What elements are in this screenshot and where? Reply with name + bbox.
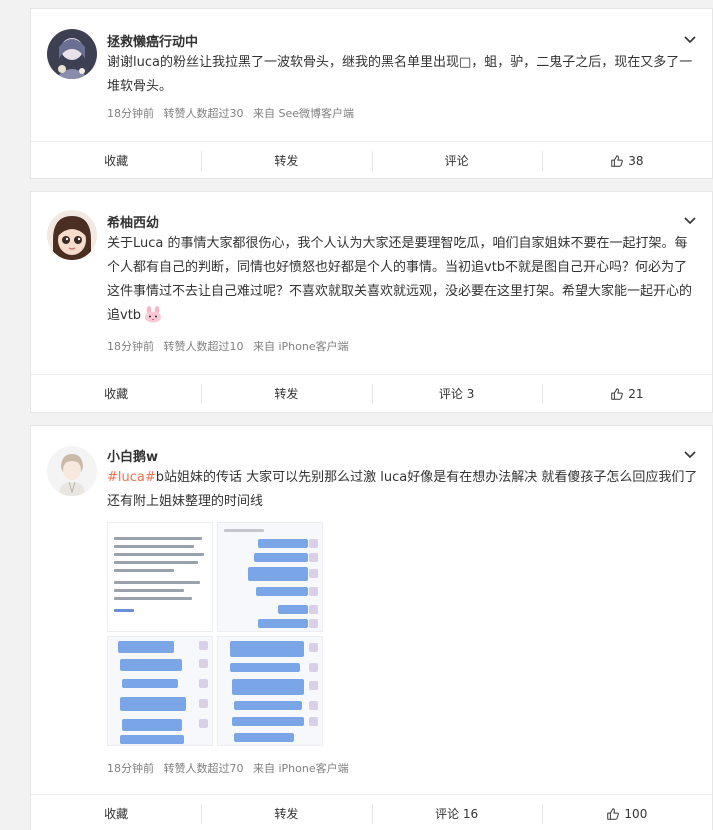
repost-count-info: 转赞人数超过10 xyxy=(163,340,244,353)
thumbs-up-icon xyxy=(607,807,620,820)
post-time[interactable]: 18分钟前 xyxy=(107,340,154,353)
pink-bunny-emoji-icon xyxy=(145,306,162,323)
like-count: 38 xyxy=(628,153,644,168)
post-card-1: 拯救懒癌行动中 谢谢luca的粉丝让我拉黑了一波软骨头，继我的黑名单里出现□，蛆… xyxy=(30,8,713,179)
chevron-down-icon[interactable] xyxy=(682,212,698,228)
post-source[interactable]: 来自 See微博客户端 xyxy=(253,107,354,120)
chevron-down-icon[interactable] xyxy=(682,31,698,47)
avatar[interactable] xyxy=(47,29,97,79)
comment-button[interactable]: 评论 3 xyxy=(371,375,542,412)
post-source[interactable]: 来自 iPhone客户端 xyxy=(253,340,349,353)
action-bar: 收藏 转发 评论 3 21 xyxy=(31,374,712,412)
action-bar: 收藏 转发 评论 16 100 xyxy=(31,794,712,830)
post-source[interactable]: 来自 iPhone客户端 xyxy=(253,762,349,775)
post-text-body: b站姐妹的传话 大家可以先别那么过激 luca好像是有在想办法解决 就看傻孩子怎… xyxy=(107,470,698,509)
repost-button[interactable]: 转发 xyxy=(201,375,371,412)
post-text: 谢谢luca的粉丝让我拉黑了一波软骨头，继我的黑名单里出现□，蛆，驴，二鬼子之后… xyxy=(107,55,693,94)
repost-count-info: 转赞人数超过70 xyxy=(163,762,244,775)
topic-tag[interactable]: #luca# xyxy=(107,470,156,485)
image-thumbnail[interactable] xyxy=(107,636,213,746)
username[interactable]: 拯救懒癌行动中 xyxy=(107,31,198,50)
like-button[interactable]: 38 xyxy=(541,142,712,179)
post-text: 关于Luca 的事情大家都很伤心，我个人认为大家还是要理智吃瓜，咱们自家姐妹不要… xyxy=(107,232,698,328)
post-time[interactable]: 18分钟前 xyxy=(107,107,154,120)
post-meta: 18分钟前 转赞人数超过10 来自 iPhone客户端 xyxy=(107,338,355,354)
avatar[interactable] xyxy=(47,446,97,496)
post-meta: 18分钟前 转赞人数超过70 来自 iPhone客户端 xyxy=(107,760,355,776)
username[interactable]: 小白鹅w xyxy=(107,446,158,465)
like-count: 21 xyxy=(628,386,644,401)
image-thumbnail[interactable] xyxy=(217,522,323,632)
post-time[interactable]: 18分钟前 xyxy=(107,762,154,775)
image-thumbnail[interactable] xyxy=(217,636,323,746)
like-button[interactable]: 100 xyxy=(541,795,712,830)
comment-button[interactable]: 评论 16 xyxy=(371,795,542,830)
avatar[interactable] xyxy=(47,210,97,260)
repost-button[interactable]: 转发 xyxy=(201,795,371,830)
post-text: #luca#b站姐妹的传话 大家可以先别那么过激 luca好像是有在想办法解决 … xyxy=(107,466,698,514)
like-button[interactable]: 21 xyxy=(541,375,712,412)
username[interactable]: 希柚西幼 xyxy=(107,212,159,231)
post-card-2: 希柚西幼 关于Luca 的事情大家都很伤心，我个人认为大家还是要理智吃瓜，咱们自… xyxy=(30,191,713,413)
like-count: 100 xyxy=(624,806,648,821)
repost-button[interactable]: 转发 xyxy=(201,142,371,179)
image-thumbnail[interactable] xyxy=(107,522,213,632)
favorite-button[interactable]: 收藏 xyxy=(31,375,201,412)
post-card-3: 小白鹅w #luca#b站姐妹的传话 大家可以先别那么过激 luca好像是有在想… xyxy=(30,425,713,830)
comment-button[interactable]: 评论 xyxy=(371,142,542,179)
chevron-down-icon[interactable] xyxy=(682,446,698,462)
post-text-body: 关于Luca 的事情大家都很伤心，我个人认为大家还是要理智吃瓜，咱们自家姐妹不要… xyxy=(107,236,693,323)
image-grid xyxy=(107,522,331,746)
favorite-button[interactable]: 收藏 xyxy=(31,142,201,179)
post-meta: 18分钟前 转赞人数超过30 来自 See微博客户端 xyxy=(107,105,360,121)
thumbs-up-icon xyxy=(611,154,624,167)
action-bar: 收藏 转发 评论 38 xyxy=(31,141,712,179)
favorite-button[interactable]: 收藏 xyxy=(31,795,201,830)
thumbs-up-icon xyxy=(611,387,624,400)
repost-count-info: 转赞人数超过30 xyxy=(163,107,244,120)
